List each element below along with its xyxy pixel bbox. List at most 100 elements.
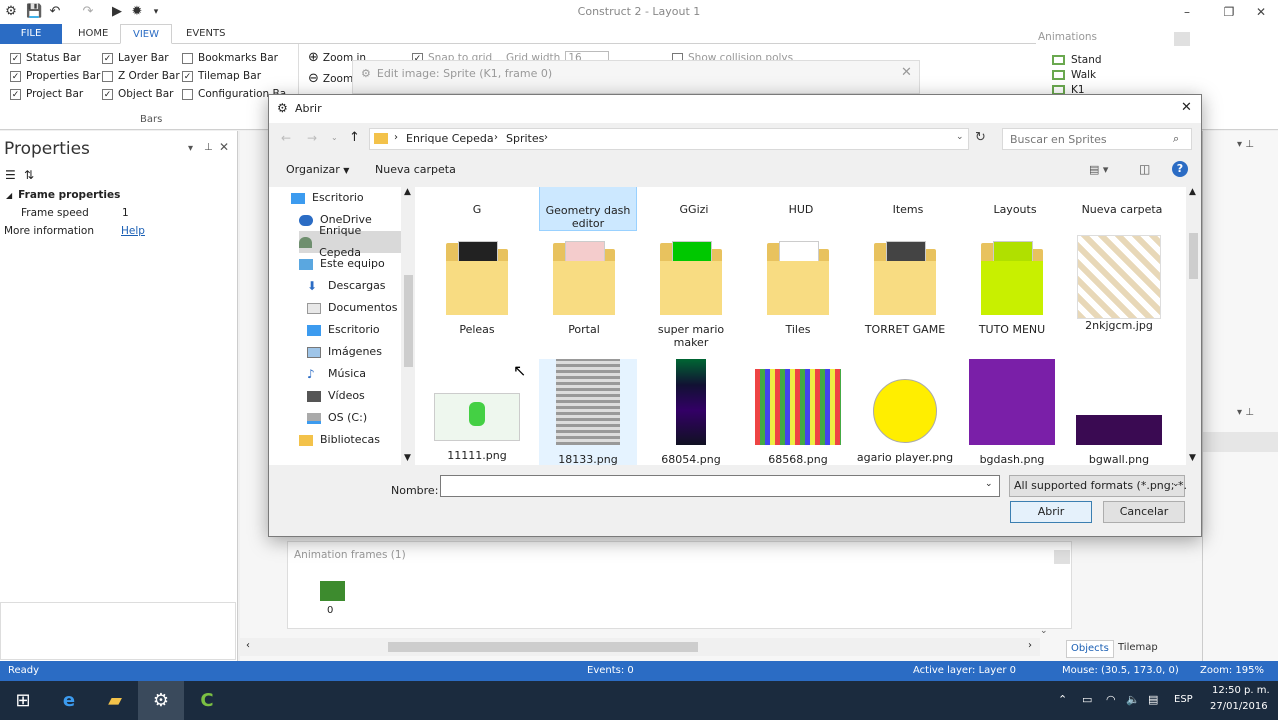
help-link[interactable]: Help — [121, 222, 145, 240]
filename-input[interactable]: ⌄ — [440, 475, 1000, 497]
folder-item[interactable]: Portal — [534, 241, 634, 336]
nav-item-este-equipo[interactable]: Este equipo — [299, 253, 399, 275]
folder-item[interactable]: Items — [858, 203, 958, 216]
nav-item-musica[interactable]: ♪ Música — [307, 363, 399, 385]
address-bar[interactable]: › Enrique Cepeda › Sprites › ⌄ — [369, 128, 969, 150]
folder-item[interactable]: GGizi — [644, 203, 744, 216]
organize-button[interactable]: Organizar ▼ — [286, 163, 349, 176]
nav-item-videos[interactable]: Vídeos — [307, 385, 399, 407]
open-button[interactable]: Abrir — [1010, 501, 1092, 523]
tab-home[interactable]: HOME — [66, 24, 120, 44]
folder-item[interactable]: TORRET GAME — [855, 241, 955, 336]
panel-menu-icon[interactable]: ▾ — [188, 143, 193, 154]
start-icon[interactable]: ⊞ — [0, 681, 46, 720]
gear-icon[interactable]: ⚙ — [3, 4, 19, 20]
file-type-select[interactable]: All supported formats (*.png; *. ⌄ — [1009, 475, 1187, 497]
construct-app-icon[interactable]: C — [184, 681, 230, 720]
folder-item[interactable]: Layouts — [965, 203, 1065, 216]
chevron-up-icon[interactable]: ⌃ — [1058, 693, 1067, 706]
battery-icon[interactable]: ▭ — [1082, 693, 1092, 706]
image-item[interactable]: bgdash.png — [962, 359, 1062, 465]
close-icon[interactable]: ✕ — [1244, 2, 1278, 22]
cancel-button[interactable]: Cancelar — [1103, 501, 1185, 523]
close-icon[interactable]: ✕ — [1181, 100, 1192, 115]
layer-bar-checkbox[interactable]: ✓ Layer Bar — [102, 49, 180, 67]
project-bar-checkbox[interactable]: ✓ Project Bar — [10, 85, 100, 103]
nav-item-escritorio-2[interactable]: Escritorio — [307, 319, 399, 341]
preview-pane-icon[interactable]: ◫ — [1139, 162, 1150, 176]
tab-events[interactable]: EVENTS — [174, 24, 237, 44]
image-item[interactable]: bgwall.png — [1069, 359, 1169, 465]
maximize-icon[interactable]: ❐ — [1212, 2, 1246, 22]
clock-date[interactable]: 27/01/2016 — [1210, 701, 1268, 712]
notification-icon[interactable]: ▤ — [1148, 693, 1158, 706]
categorized-icon[interactable]: ☰ — [5, 168, 16, 182]
tab-file[interactable]: FILE — [0, 24, 62, 44]
frame-speed-value[interactable]: 1 — [122, 204, 129, 222]
close-icon[interactable]: ✕ — [219, 140, 229, 154]
image-item[interactable]: 18133.png — [539, 359, 637, 465]
file-scrollbar[interactable]: ▲ ▼ — [1186, 187, 1201, 465]
folder-item[interactable]: Tiles — [748, 241, 848, 336]
folder-item[interactable]: G — [427, 203, 527, 216]
refresh-icon[interactable]: ↻ — [975, 130, 986, 145]
scroll-thumb[interactable] — [404, 275, 413, 367]
forward-icon[interactable]: → — [307, 131, 317, 145]
new-folder-button[interactable]: Nueva carpeta — [375, 163, 456, 176]
folder-item[interactable]: TUTO MENU — [962, 241, 1062, 336]
scroll-thumb[interactable] — [1189, 233, 1198, 279]
properties-bar-checkbox[interactable]: ✓ Properties Bar — [10, 67, 100, 85]
sort-icon[interactable]: ⇅ — [24, 168, 34, 182]
wifi-icon[interactable]: ◠ — [1106, 693, 1116, 706]
edge-icon[interactable]: e — [46, 681, 92, 720]
file-explorer-icon[interactable]: ▰ — [92, 681, 138, 720]
image-item[interactable]: 68568.png — [748, 359, 848, 465]
breadcrumb-item[interactable]: Enrique Cepeda — [406, 132, 494, 145]
horizontal-scrollbar[interactable]: ‹ › — [240, 638, 1040, 656]
pin-icon[interactable]: ⊥ — [204, 142, 213, 153]
nav-item-enrique-cepeda[interactable]: Enrique Cepeda — [299, 224, 401, 259]
image-item[interactable]: 11111.png — [427, 359, 527, 462]
tab-tilemap[interactable]: Tilemap — [1114, 640, 1162, 658]
panel-control-icon[interactable] — [1054, 550, 1070, 564]
chevron-down-icon[interactable]: ⌄ — [956, 132, 964, 142]
customize-icon[interactable]: ▾ — [148, 4, 164, 20]
bookmarks-bar-checkbox[interactable]: Bookmarks Bar — [182, 49, 286, 67]
search-input[interactable]: Buscar en Sprites ⌕ — [1002, 128, 1192, 150]
folder-item[interactable]: Peleas — [427, 241, 527, 336]
volume-icon[interactable]: 🔈 — [1126, 693, 1140, 706]
scroll-up-icon[interactable]: ▲ — [404, 187, 411, 197]
status-bar-checkbox[interactable]: ✓ Status Bar — [10, 49, 100, 67]
nav-scrollbar[interactable]: ▲ ▼ — [401, 187, 416, 465]
scroll-down-icon[interactable]: ⌄ — [1040, 626, 1048, 636]
tab-objects[interactable]: Objects — [1066, 640, 1114, 658]
folder-item[interactable]: Nueva carpeta — [1072, 203, 1172, 216]
settings-app-icon[interactable]: ⚙ — [138, 681, 184, 720]
nav-item-documentos[interactable]: Documentos — [307, 297, 399, 319]
redo-icon[interactable]: ↷ — [80, 4, 96, 20]
run-icon[interactable]: ▶ — [109, 4, 125, 20]
image-item[interactable]: agario player.png — [855, 359, 955, 464]
nav-item-descargas[interactable]: ⬇ Descargas — [307, 275, 399, 297]
minimize-icon[interactable]: – — [1170, 2, 1204, 22]
folder-item[interactable]: HUD — [751, 203, 851, 216]
z-order-bar-checkbox[interactable]: Z Order Bar — [102, 67, 180, 85]
chevron-down-icon[interactable]: ⌄ — [985, 479, 993, 489]
object-bar-checkbox[interactable]: ✓ Object Bar — [102, 85, 180, 103]
scroll-left-icon[interactable]: ‹ — [246, 640, 250, 651]
panel-control-icon[interactable] — [1174, 32, 1190, 46]
nav-item-escritorio[interactable]: Escritorio — [291, 187, 399, 209]
zoom-out-button[interactable]: ⊖ Zoom — [308, 70, 353, 88]
scroll-thumb[interactable] — [388, 642, 698, 652]
scroll-down-icon[interactable]: ▼ — [1189, 453, 1196, 463]
undo-icon[interactable]: ↶ — [47, 4, 63, 20]
save-icon[interactable]: 💾 — [26, 4, 42, 20]
tab-view[interactable]: VIEW — [120, 24, 172, 44]
folder-item[interactable]: super mario maker — [641, 241, 741, 349]
panel-menu-icon[interactable]: ▾ ⊥ — [1237, 407, 1254, 418]
frame-thumbnail[interactable] — [320, 581, 345, 601]
scroll-up-icon[interactable]: ▲ — [1189, 187, 1196, 197]
back-icon[interactable]: ← — [281, 131, 291, 145]
view-options-icon[interactable]: ▤ ▾ — [1089, 163, 1108, 176]
breadcrumb-item[interactable]: Sprites — [506, 132, 544, 145]
